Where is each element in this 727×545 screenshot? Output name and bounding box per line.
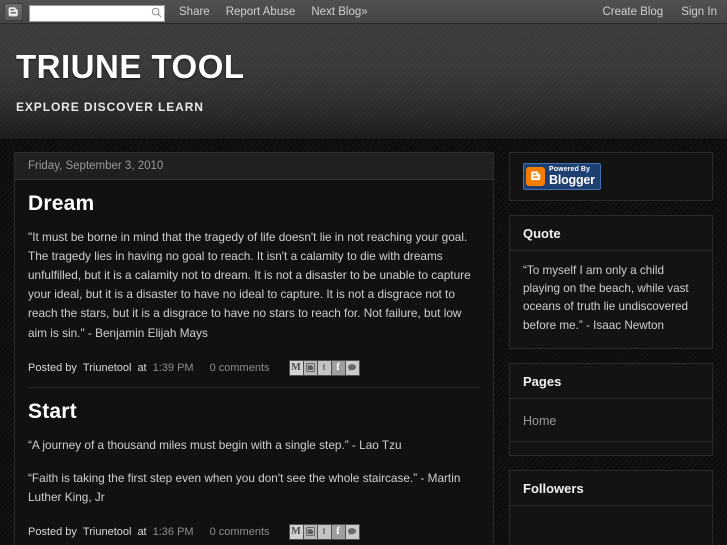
quote-widget-text: “To myself I am only a child playing on … [523,263,689,332]
search-field-wrapper [29,3,165,22]
at-label: at [137,361,147,374]
badge-bottom-label: Blogger [549,173,595,187]
blogger-logo-icon[interactable] [4,2,23,21]
blog-description: EXPLORE DISCOVER LEARN [16,100,204,114]
navbar-link-share[interactable]: Share [179,6,210,18]
share-icon-group: M t f [288,523,360,540]
powered-by-blogger-text: Powered By Blogger [549,166,595,187]
blogger-navbar: Share Report Abuse Next Blog» Create Blo… [0,0,727,24]
posts-container: Dream "It must be borne in mind that the… [14,179,494,545]
date-header: Friday, September 3, 2010 [14,152,494,179]
post-title[interactable]: Start [28,400,480,424]
attribution-content: Powered By Blogger [510,163,712,190]
post-body: “A journey of a thousand miles must begi… [28,436,480,507]
search-input[interactable] [29,4,165,22]
post-footer: Posted by Triunetool at 1:36 PM 0 commen… [28,523,480,540]
powered-by-blogger-badge[interactable]: Powered By Blogger [523,163,601,190]
pages-widget-content: Home [510,399,712,441]
share-icon[interactable] [345,360,360,375]
post-author: Triunetool [82,525,132,538]
navbar-right-group: Create Blog Sign In [584,6,717,18]
navbar-link-report-abuse[interactable]: Report Abuse [226,6,296,18]
followers-widget-title: Followers [510,471,712,507]
twitter-icon[interactable]: t [317,524,332,539]
gmail-icon[interactable]: M [289,524,304,539]
post-body: "It must be borne in mind that the trage… [28,228,480,343]
post-footer: Posted by Triunetool at 1:39 PM 0 commen… [28,359,480,376]
post-comments-link[interactable]: 0 comments [210,362,270,374]
blog-post: Dream "It must be borne in mind that the… [28,180,480,387]
page-title[interactable]: TRIUNE TOOL [16,50,727,83]
followers-widget: Followers [509,470,713,545]
posted-by-label: Posted by [28,361,77,374]
posted-by-label: Posted by [28,525,77,538]
blog-header: TRIUNE TOOL EXPLORE DISCOVER LEARN [0,24,727,140]
quote-widget-title: Quote [510,216,712,251]
blog-post: Start “A journey of a thousand miles mus… [28,386,480,545]
post-paragraph: “Faith is taking the first step even whe… [28,470,461,504]
list-item: Home [523,410,699,441]
pages-widget: Pages Home [509,363,713,457]
blogger-icon[interactable] [303,524,318,539]
post-paragraph: “A journey of a thousand miles must begi… [28,437,402,452]
navbar-link-next-blog[interactable]: Next Blog» [311,6,367,18]
pages-widget-footer-rule [510,441,712,455]
page-link-home[interactable]: Home [523,414,556,428]
twitter-icon[interactable]: t [317,360,332,375]
post-timestamp[interactable]: 1:39 PM [153,362,194,374]
facebook-icon[interactable]: f [331,360,346,375]
sidebar: Powered By Blogger Quote “To myself I am… [509,152,713,545]
post-timestamp[interactable]: 1:36 PM [153,526,194,538]
pages-widget-title: Pages [510,364,712,400]
blogger-badge-icon [526,166,545,186]
followers-widget-content [510,506,712,545]
gmail-icon[interactable]: M [289,360,304,375]
navbar-link-create-blog[interactable]: Create Blog [602,6,663,18]
navbar-link-sign-in[interactable]: Sign In [681,6,717,18]
badge-top-label: Powered By [549,166,591,173]
attribution-widget: Powered By Blogger [509,152,713,201]
blogger-icon[interactable] [303,360,318,375]
pages-list: Home [523,410,699,441]
post-title[interactable]: Dream [28,192,480,216]
facebook-icon[interactable]: f [331,524,346,539]
content-wrapper: Friday, September 3, 2010 Dream "It must… [0,140,727,545]
post-author: Triunetool [82,361,132,374]
post-paragraph: "It must be borne in mind that the trage… [28,230,471,340]
post-comments-link[interactable]: 0 comments [210,526,270,538]
share-icon-group: M t f [288,359,360,376]
share-icon[interactable] [345,524,360,539]
main-column: Friday, September 3, 2010 Dream "It must… [14,152,494,545]
at-label: at [137,525,147,538]
quote-widget: Quote “To myself I am only a child playi… [509,214,713,350]
